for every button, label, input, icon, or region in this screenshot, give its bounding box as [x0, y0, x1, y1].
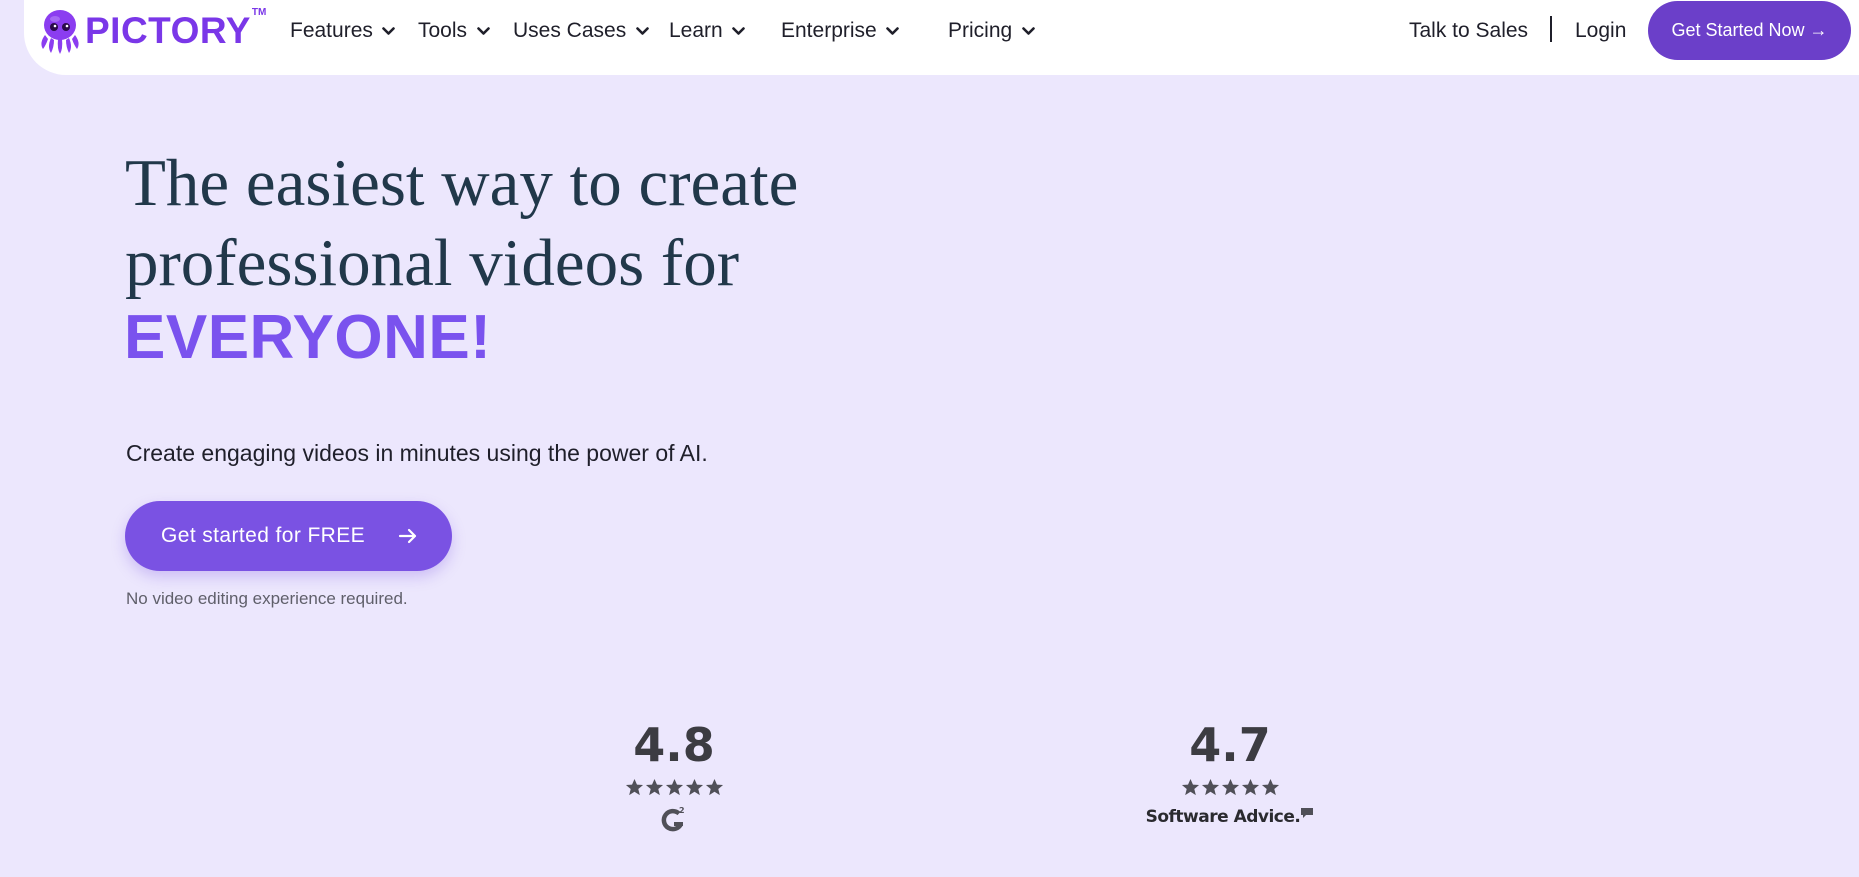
get-started-free-button[interactable]: Get started for FREE [125, 501, 452, 571]
nav-item-tools[interactable]: Tools [418, 14, 490, 48]
g2-logo-icon: 2 [661, 806, 685, 832]
brand-name: PICTORY [85, 10, 251, 51]
nav-item-label: Pricing [948, 19, 1013, 42]
get-started-now-label: Get Started Now → [1671, 20, 1828, 40]
nav-item-label: Uses Cases [513, 19, 627, 42]
software-advice-wordmark: Software Advice. [1145, 807, 1301, 827]
chevron-down-icon [886, 24, 900, 38]
chevron-down-icon [1021, 24, 1035, 38]
star-icon [645, 778, 663, 796]
rating-g2: 4.8 2 [589, 722, 759, 840]
chevron-down-icon [382, 24, 396, 38]
trademark-mark: TM [251, 7, 267, 18]
chevron-down-icon [476, 24, 490, 38]
nav-divider [1550, 16, 1552, 42]
star-icon [625, 778, 643, 796]
chevron-down-icon [732, 24, 746, 38]
nav-item-pricing[interactable]: Pricing [948, 14, 1035, 48]
nav-item-learn[interactable]: Learn [669, 14, 746, 48]
talk-to-sales-link[interactable]: Talk to Sales [1409, 14, 1528, 48]
nav-item-label: Tools [418, 19, 468, 42]
nav-item-label: Learn [669, 19, 723, 42]
hero-heading-line-1: The easiest way to create [125, 146, 799, 220]
page-root: { "nav": { "brand": "PICTORY", "brand_tm… [0, 0, 1859, 877]
star-icon [1241, 778, 1259, 796]
rating-score: 4.7 [1189, 718, 1271, 772]
rating-stars [1145, 778, 1315, 797]
get-started-now-button[interactable]: Get Started Now → [1648, 1, 1851, 60]
star-icon [1221, 778, 1239, 796]
rating-score: 4.8 [633, 718, 715, 772]
nav-item-use-cases[interactable]: Uses Cases [513, 14, 649, 48]
hero-note: No video editing experience required. [126, 589, 408, 608]
star-icon [1181, 778, 1199, 796]
star-icon [1261, 778, 1279, 796]
star-icon [1201, 778, 1219, 796]
star-icon [705, 778, 723, 796]
svg-text:2: 2 [679, 806, 685, 815]
pictory-logo[interactable]: PICTORY TM [37, 5, 266, 57]
rating-software-advice: 4.7 Software Advice. [1145, 722, 1315, 827]
login-link[interactable]: Login [1575, 14, 1626, 48]
nav-item-label: Features [290, 19, 373, 42]
nav-item-enterprise[interactable]: Enterprise [781, 14, 900, 48]
speech-bubble-icon [1301, 808, 1314, 818]
chevron-down-icon [635, 24, 649, 38]
nav-item-label: Enterprise [781, 19, 877, 42]
star-icon [665, 778, 683, 796]
octopus-logo-icon [41, 10, 79, 54]
software-advice-logo: Software Advice. [1146, 807, 1315, 827]
arrow-right-icon [398, 528, 417, 544]
nav-item-features[interactable]: Features [290, 14, 396, 48]
get-started-free-label: Get started for FREE [161, 524, 366, 547]
rating-stars [589, 778, 759, 797]
hero-heading-line-2: professional videos for [125, 226, 740, 300]
hero-heading-accent: EVERYONE! [124, 303, 492, 372]
star-icon [685, 778, 703, 796]
hero-subtext: Create engaging videos in minutes using … [126, 440, 708, 466]
